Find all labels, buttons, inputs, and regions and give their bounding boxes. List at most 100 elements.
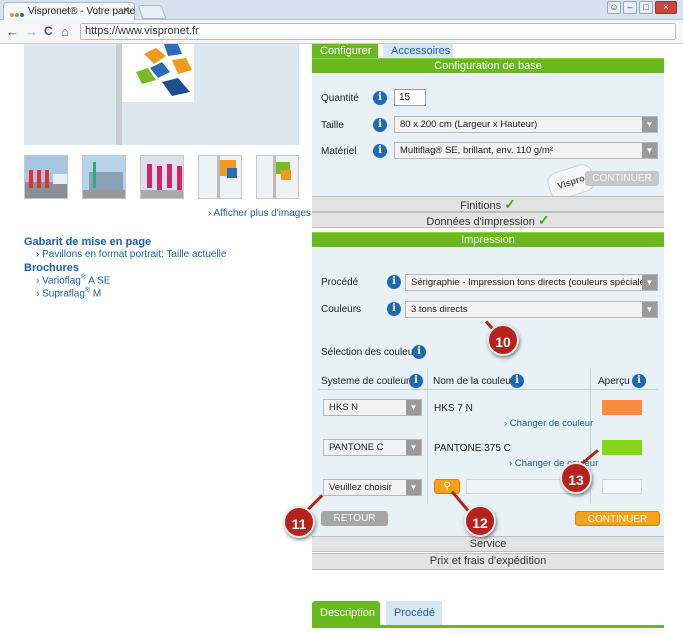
- config-base-header[interactable]: Configuration de base: [312, 58, 664, 73]
- maximize-icon[interactable]: □: [639, 1, 653, 14]
- col-header-system: Systeme de couleurs: [321, 376, 415, 387]
- print-data-label: Données d'impression: [426, 216, 535, 228]
- table-header-line: [318, 389, 658, 390]
- color-preview-swatch-1: [602, 400, 642, 415]
- tab-configure[interactable]: Configurer: [312, 44, 378, 58]
- thumbnail-3[interactable]: [140, 155, 184, 199]
- chevron-down-icon: ▼: [406, 400, 421, 415]
- product-hero-image: [24, 44, 299, 145]
- size-select-value: 80 x 200 cm (Largeur x Hauteur): [400, 119, 538, 130]
- color-system-value-2: PANTONE C: [329, 442, 384, 453]
- process-select[interactable]: Sérigraphie - Impression tons directs (c…: [405, 274, 658, 291]
- back-icon[interactable]: ←: [6, 24, 19, 39]
- forward-icon[interactable]: →: [25, 24, 38, 39]
- favicon-icon: [10, 9, 25, 19]
- minimize-icon[interactable]: –: [623, 1, 637, 14]
- thumbnail-1[interactable]: [24, 155, 68, 199]
- check-icon: ✓: [504, 196, 516, 212]
- browser-toolbar: ← → C ⌂ https://www.vispronet.fr: [0, 20, 683, 44]
- col-header-name: Nom de la couleur: [433, 376, 515, 387]
- brochure-1-text: › Varioflag: [36, 275, 81, 287]
- thumbnail-5[interactable]: [256, 155, 299, 199]
- chevron-down-icon: ▼: [642, 275, 657, 290]
- material-select[interactable]: Multiflag® SE, brillant, env. 110 g/m² ▼: [394, 142, 658, 159]
- process-info-icon[interactable]: i: [387, 275, 401, 289]
- chevron-down-icon: ▼: [406, 480, 421, 495]
- color-name-2: PANTONE 375 C: [434, 443, 511, 454]
- material-select-value: Multiflag® SE, brillant, env. 110 g/m²: [400, 145, 553, 156]
- window-controls: ☺ – □ ×: [605, 1, 677, 14]
- template-title: Gabarit de mise en page: [24, 236, 152, 248]
- color-system-select-3[interactable]: Veuillez choisir ▼: [323, 479, 422, 496]
- thumbnail-2[interactable]: [82, 155, 126, 199]
- process-label: Procédé: [321, 277, 359, 288]
- tab-title: Vispronet® - Votre parte: [28, 6, 136, 17]
- color-system-select-1[interactable]: HKS N ▼: [323, 399, 422, 416]
- finitions-section[interactable]: Finitions ✓: [312, 196, 664, 212]
- finitions-label: Finitions: [460, 200, 502, 212]
- service-section[interactable]: Service: [312, 536, 664, 552]
- window-close-icon[interactable]: ×: [655, 1, 677, 14]
- colors-select[interactable]: 3 tons directs ▼: [405, 301, 658, 318]
- brochure-1-suffix: A SE: [86, 275, 111, 287]
- quantity-input[interactable]: 15: [394, 89, 426, 106]
- col-header-preview: Aperçu: [598, 376, 630, 387]
- annotation-marker-11: 11: [283, 506, 315, 538]
- chevron-down-icon: ▼: [642, 302, 657, 317]
- chevron-down-icon: ▼: [642, 143, 657, 158]
- user-icon[interactable]: ☺: [607, 1, 621, 14]
- preview-info-icon[interactable]: i: [632, 374, 646, 388]
- home-icon[interactable]: ⌂: [61, 24, 69, 39]
- quantity-info-icon[interactable]: i: [373, 91, 387, 105]
- more-images-link[interactable]: › Afficher plus d'images: [208, 208, 311, 219]
- color-selection-info-icon[interactable]: i: [412, 345, 426, 359]
- change-color-link-1[interactable]: › Changer de couleur: [504, 418, 593, 429]
- template-link[interactable]: › Pavillons en format portrait: Taille a…: [36, 249, 226, 260]
- system-info-icon[interactable]: i: [409, 374, 423, 388]
- color-system-select-2[interactable]: PANTONE C ▼: [323, 439, 422, 456]
- tab-accessories[interactable]: Accessoires: [383, 44, 453, 58]
- print-data-section[interactable]: Données d'impression ✓: [312, 212, 664, 228]
- address-bar[interactable]: https://www.vispronet.fr: [80, 23, 676, 40]
- browser-tab[interactable]: Vispronet® - Votre parte ×: [3, 2, 135, 20]
- color-name-1: HKS 7 N: [434, 403, 473, 414]
- name-info-icon[interactable]: i: [510, 374, 524, 388]
- material-info-icon[interactable]: i: [373, 144, 387, 158]
- colors-label: Couleurs: [321, 304, 362, 315]
- brochure-link-varioflag[interactable]: › Varioflag® A SE: [36, 274, 110, 286]
- color-preview-swatch-3: [602, 479, 642, 494]
- back-button[interactable]: RETOUR: [321, 511, 388, 526]
- continue-impression-button[interactable]: CONTINUER: [575, 511, 660, 526]
- new-tab-button[interactable]: [137, 5, 167, 19]
- bottom-tab-underline: [312, 625, 664, 628]
- impression-header[interactable]: Impression: [312, 232, 664, 247]
- brochures-title: Brochures: [24, 262, 80, 274]
- check-icon: ✓: [537, 212, 550, 228]
- colors-select-value: 3 tons directs: [411, 304, 468, 315]
- colors-info-icon[interactable]: i: [387, 302, 401, 316]
- size-info-icon[interactable]: i: [373, 118, 387, 132]
- color-search-button[interactable]: ⚲: [434, 479, 460, 494]
- brochure-link-supraflag[interactable]: › Supraflag® M: [36, 287, 101, 299]
- size-select[interactable]: 80 x 200 cm (Largeur x Hauteur) ▼: [394, 116, 658, 133]
- search-icon: ⚲: [443, 481, 451, 492]
- chevron-down-icon: ▼: [642, 117, 657, 132]
- brochure-2-text: › Supraflag: [36, 288, 85, 300]
- thumbnail-4[interactable]: [198, 155, 242, 199]
- tab-close-icon[interactable]: ×: [123, 5, 129, 16]
- browser-titlebar: Vispronet® - Votre parte × ☺ – □ ×: [0, 0, 683, 20]
- quantity-label: Quantité: [321, 93, 359, 104]
- brochure-2-suffix: M: [90, 288, 102, 300]
- annotation-marker-10: 10: [487, 324, 519, 356]
- color-system-value-1: HKS N: [329, 402, 359, 413]
- chevron-down-icon: ▼: [406, 440, 421, 455]
- material-label: Matériel: [321, 146, 357, 157]
- reload-icon[interactable]: C: [44, 24, 53, 38]
- tab-description[interactable]: Description: [312, 601, 380, 625]
- color-selection-label: Sélection des couleurs: [321, 347, 422, 358]
- tab-process[interactable]: Procédé: [386, 601, 442, 625]
- flag-graphic: [122, 44, 194, 102]
- price-section[interactable]: Prix et frais d'expédition: [312, 553, 664, 570]
- continue-base-button[interactable]: CONTINUER: [585, 171, 659, 186]
- annotation-marker-13: 13: [560, 462, 592, 494]
